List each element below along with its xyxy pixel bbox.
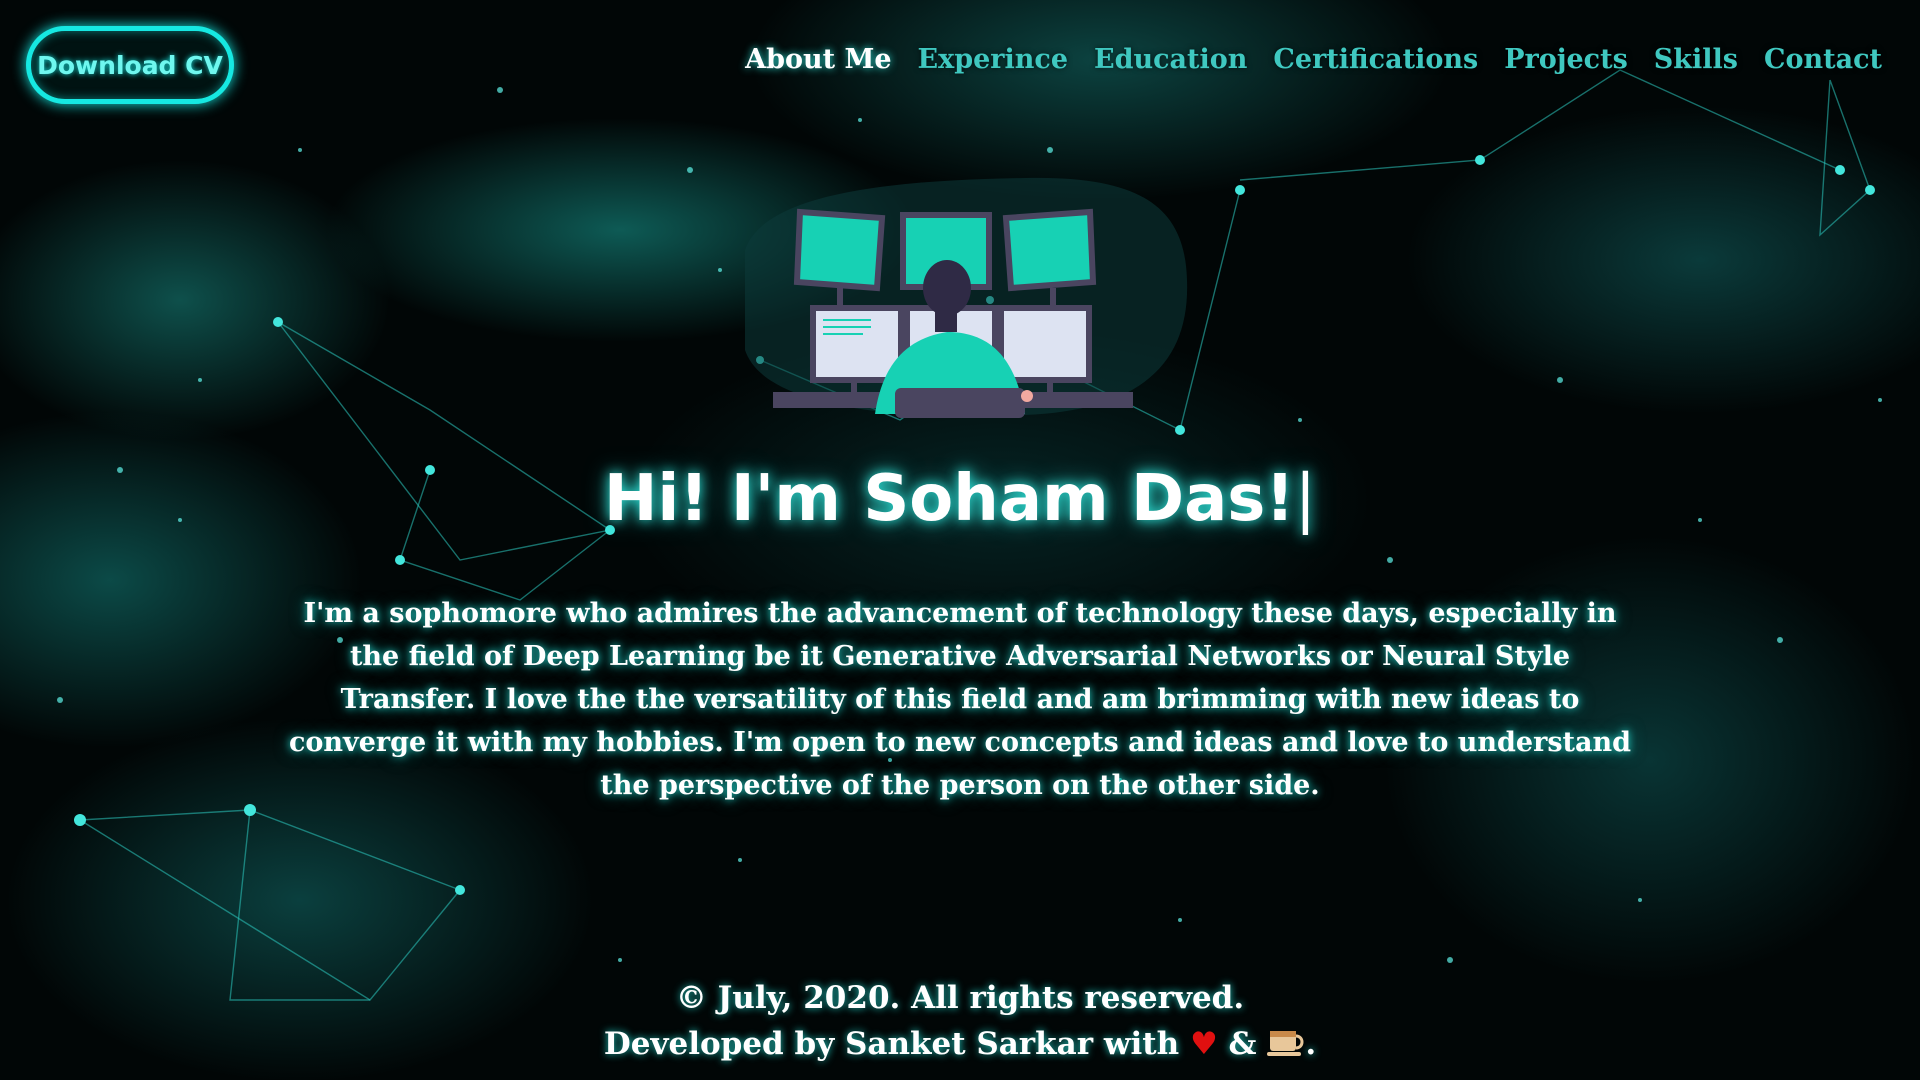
nav-item-education[interactable]: Education	[1094, 44, 1247, 75]
network-particles-background	[57, 69, 1882, 1001]
nav-item-certifications[interactable]: Certifications	[1273, 44, 1478, 75]
footer: © July, 2020. All rights reserved. Devel…	[0, 975, 1920, 1067]
period-text: .	[1305, 1026, 1317, 1062]
hero-title-text: Hi! I'm Soham Das!	[603, 462, 1295, 536]
developer-credit: Developed by Sanket Sarkar with ♥ & .	[0, 1021, 1920, 1067]
page-background: Download CV About Me Experince Education…	[0, 0, 1920, 1080]
nav-item-about-me[interactable]: About Me	[745, 44, 891, 75]
ampersand-text: &	[1228, 1026, 1257, 1062]
nav-item-contact[interactable]: Contact	[1764, 44, 1882, 75]
main-nav: About Me Experince Education Certificati…	[719, 44, 1882, 75]
copyright-text: © July, 2020. All rights reserved.	[675, 980, 1245, 1016]
heart-icon: ♥	[1189, 1026, 1218, 1062]
nav-item-skills[interactable]: Skills	[1654, 44, 1738, 75]
coffee-icon	[1267, 1031, 1304, 1056]
about-bio: I'm a sophomore who admires the advancem…	[288, 598, 1632, 801]
typing-caret: |	[1294, 462, 1317, 536]
nav-item-projects[interactable]: Projects	[1504, 44, 1628, 75]
nav-item-experience[interactable]: Experince	[918, 44, 1068, 75]
hero-title: Hi! I'm Soham Das!|	[0, 462, 1920, 536]
download-cv-button[interactable]: Download CV	[26, 26, 234, 104]
developer-credit-text: Developed by Sanket Sarkar with	[603, 1026, 1180, 1062]
developer-at-monitors-illustration	[745, 177, 1188, 418]
